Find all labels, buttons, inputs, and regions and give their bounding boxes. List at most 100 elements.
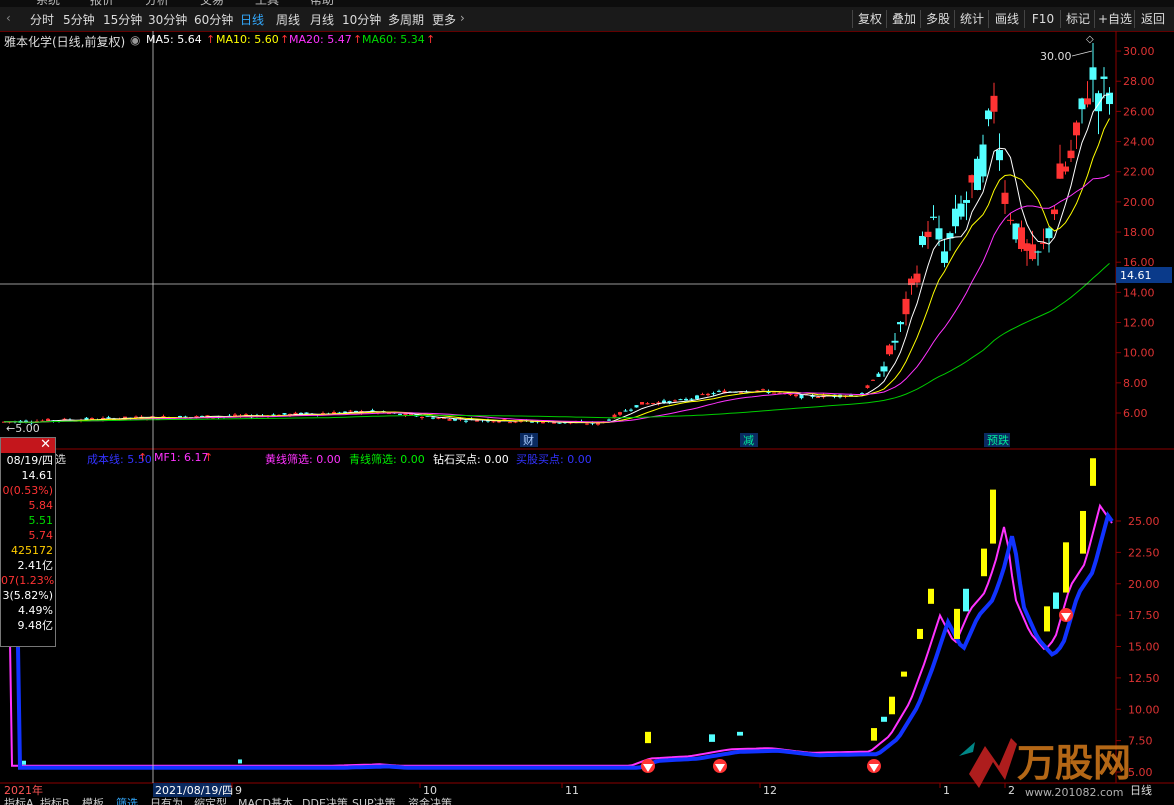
signal-bar [954, 608, 960, 639]
menu-item[interactable]: 帮助 [310, 0, 334, 7]
scroll-left-icon[interactable]: ‹ [6, 11, 11, 25]
candle-body [761, 389, 765, 391]
signal-bar [881, 716, 887, 722]
indicator-tab[interactable]: DDE决策 [302, 797, 348, 805]
period-30min[interactable]: 30分钟 [148, 11, 187, 28]
candle-body [1051, 209, 1058, 215]
period-60min[interactable]: 60分钟 [194, 11, 233, 28]
candle-body [629, 409, 633, 411]
indicator-tab[interactable]: 缩定型 [194, 797, 227, 805]
settings-icon[interactable]: ◉ [130, 33, 140, 47]
diamond-icon: ◇ [1086, 34, 1094, 45]
period-weekly[interactable]: 周线 [276, 11, 300, 28]
indicator-tick-label: 25.00 [1128, 515, 1160, 528]
candle-body [640, 401, 644, 405]
info-value: 425172 [11, 544, 53, 557]
candle-body [557, 422, 562, 424]
candlesticks [2, 43, 1113, 426]
candle-body [634, 405, 639, 408]
period-monthly[interactable]: 月线 [310, 11, 334, 28]
indicator-pane [0, 458, 1114, 773]
close-icon[interactable]: ✕ [40, 438, 51, 452]
price-axis: 30.0028.0026.0024.0022.0020.0018.0016.00… [1116, 45, 1155, 420]
period-5min[interactable]: 5分钟 [63, 11, 95, 28]
indicator-tick-label: 20.00 [1128, 578, 1160, 591]
menu-item[interactable]: 工具 [255, 0, 279, 7]
signal-bar [901, 671, 907, 677]
date-ticks: 9 10 11 12 1 2 [231, 783, 1015, 797]
back-button[interactable]: 返回 [1134, 10, 1171, 28]
indicator-tick-label: 10.00 [1128, 703, 1160, 716]
indicator-tab[interactable]: 筛选 [116, 797, 138, 805]
info-value: 9.48亿 [17, 619, 54, 632]
price-tick-label: 6.00 [1123, 407, 1148, 420]
mark-button[interactable]: 标记 [1060, 10, 1095, 28]
indicator-item: 青线筛选: 0.00 [349, 453, 425, 466]
indicator-tick-label: 22.50 [1128, 546, 1160, 559]
info-value: 5.74 [28, 529, 54, 542]
up-arrow-icon: ↑ [353, 33, 363, 46]
indicator-tab[interactable]: 指标A [4, 797, 34, 805]
indicator-tab[interactable]: MACD基本 [238, 797, 293, 805]
signal-bar [889, 696, 895, 715]
signal-bar [737, 731, 743, 736]
event-label: 减 [743, 434, 754, 447]
system-menu-bar: 系统 报价 分析 交易 工具 帮助 [0, 0, 1174, 7]
date-tick-label: 9 [235, 784, 242, 797]
watermark-brand: 万股网 [1017, 741, 1131, 785]
chevron-right-icon[interactable]: › [460, 11, 465, 25]
menu-item[interactable]: 分析 [145, 0, 169, 7]
candle-body [607, 419, 611, 421]
candle-body [447, 419, 452, 421]
candle-body [1100, 76, 1108, 79]
signal-bar [871, 728, 877, 741]
chart-canvas[interactable]: 30.00 28.00 26.00 24.00 22.00 20.00 18.00 1 6.00… [0, 31, 1174, 805]
period-more[interactable]: 更多 [432, 11, 456, 28]
candle-body [706, 393, 710, 396]
candle-body [1034, 251, 1042, 253]
event-label: 预跌 [987, 433, 1009, 447]
period-15min[interactable]: 15分钟 [103, 11, 142, 28]
info-value: 07(1.23%) [1, 574, 56, 587]
info-value: 5.84 [28, 499, 54, 512]
signal-bar [1080, 510, 1086, 554]
ma-legend: MA5: 5.64 ↑ MA10: 5.60 ↑ MA20: 5.47 ↑ MA… [146, 33, 746, 47]
multi-stock-button[interactable]: 多股 [920, 10, 955, 28]
overlay-button[interactable]: 叠加 [886, 10, 921, 28]
signal-bar [981, 548, 987, 577]
price-tick-label: 14.00 [1123, 286, 1155, 299]
period-10min[interactable]: 10分钟 [342, 11, 381, 28]
candle-body [513, 421, 518, 423]
max-marker-arrow [1071, 50, 1093, 57]
candle-body [541, 421, 545, 424]
menu-item[interactable]: 系统 [36, 0, 60, 7]
period-multi[interactable]: 多周期 [388, 11, 424, 28]
statistics-button[interactable]: 统计 [954, 10, 989, 28]
indicator-tab[interactable]: 日有为 [150, 797, 183, 805]
add-watchlist-button[interactable]: +自选 [1094, 10, 1135, 28]
candle-body [957, 203, 965, 217]
candle-body [475, 420, 479, 422]
candle-body [1007, 219, 1014, 221]
adjust-button[interactable]: 复权 [852, 10, 887, 28]
draw-line-button[interactable]: 画线 [988, 10, 1025, 28]
indicator-tab[interactable]: 指标B [40, 797, 70, 805]
indicator-item: 钻石买点: 0.00 [433, 453, 509, 466]
indicator-tab[interactable]: 模板 [82, 797, 104, 805]
indicator-tab[interactable]: SUP决策 [352, 797, 396, 805]
up-arrow-icon: ↑ [280, 33, 290, 46]
candle-body [816, 397, 820, 399]
f10-button[interactable]: F10 [1024, 10, 1061, 28]
candle-body [924, 231, 932, 238]
period-minute[interactable]: 分时 [30, 11, 54, 28]
period-daily[interactable]: 日线 [240, 11, 264, 28]
candle-body [963, 200, 970, 203]
max-price-marker: 30.00 [1040, 50, 1072, 63]
indicator-tab[interactable]: 资金决策 [408, 797, 452, 805]
indicator-tick-label: 15.00 [1128, 641, 1160, 654]
menu-item[interactable]: 交易 [200, 0, 224, 7]
candle-body [90, 418, 94, 420]
menu-item[interactable]: 报价 [90, 0, 114, 7]
candle-body [1001, 192, 1009, 204]
cursor-date: 2021/08/19/四 [155, 784, 233, 797]
